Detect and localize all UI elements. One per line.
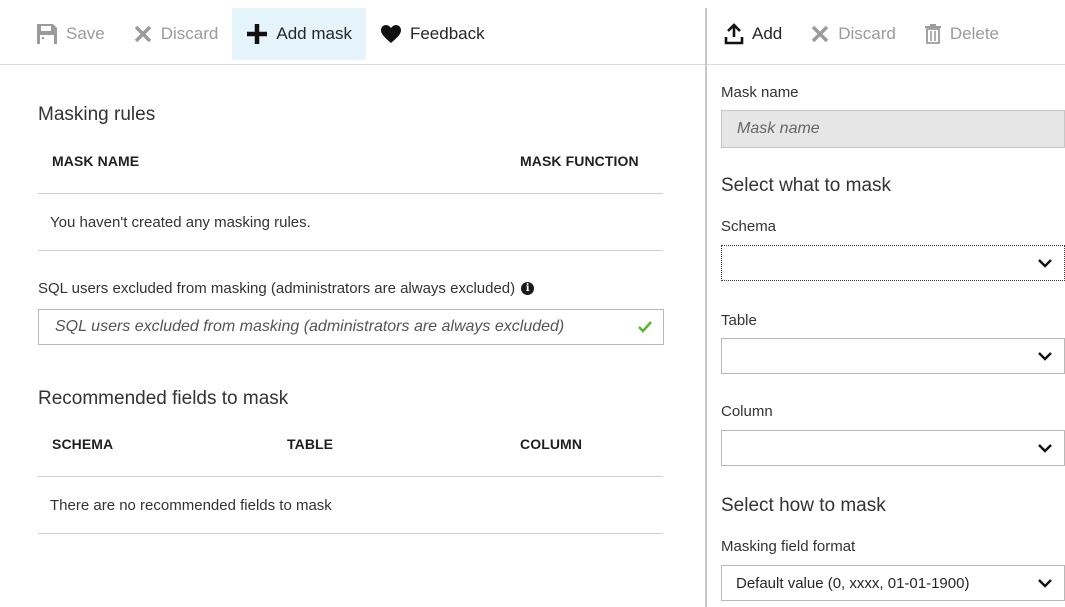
masking-rules-empty-message: You haven't created any masking rules. — [50, 214, 311, 231]
discard-button[interactable]: Discard — [796, 24, 910, 44]
feedback-button[interactable]: Feedback — [366, 8, 499, 60]
upload-icon — [724, 23, 744, 45]
chevron-down-icon — [1038, 579, 1052, 588]
plus-icon — [247, 24, 268, 44]
table-column-header[interactable]: TABLE — [287, 436, 333, 452]
recommended-fields-title: Recommended fields to mask — [38, 388, 289, 409]
select-how-to-mask-title: Select how to mask — [721, 495, 886, 516]
schema-dropdown[interactable] — [721, 245, 1065, 281]
heart-icon — [380, 25, 401, 43]
table-divider — [38, 250, 663, 251]
masking-field-format-dropdown[interactable]: Default value (0, xxxx, 01-01-1900) — [721, 565, 1065, 601]
trash-icon — [924, 24, 941, 44]
close-icon — [134, 25, 151, 43]
masking-field-format-label: Masking field format — [721, 538, 856, 555]
add-label: Add — [752, 24, 783, 43]
chevron-down-icon — [1038, 352, 1052, 361]
add-mask-toolbar: Add Discard Delete — [707, 8, 1013, 60]
save-label: Save — [66, 24, 105, 43]
feedback-label: Feedback — [409, 24, 485, 43]
add-button[interactable]: Add — [707, 23, 796, 45]
excluded-users-input[interactable]: SQL users excluded from masking (adminis… — [38, 309, 664, 345]
checkmark-icon — [638, 321, 652, 333]
mask-name-column-header[interactable]: MASK NAME — [52, 153, 139, 169]
delete-label: Delete — [949, 24, 1000, 43]
add-mask-label: Add mask — [276, 24, 352, 43]
schema-column-header[interactable]: SCHEMA — [52, 436, 113, 452]
chevron-down-icon — [1038, 259, 1052, 268]
mask-function-column-header[interactable]: MASK FUNCTION — [520, 153, 639, 169]
delete-button[interactable]: Delete — [910, 24, 1013, 44]
schema-label: Schema — [721, 218, 777, 235]
save-button[interactable]: Save — [0, 8, 119, 60]
toolbar-divider — [0, 64, 705, 65]
save-icon — [37, 24, 57, 44]
add-mask-button[interactable]: Add mask — [232, 8, 366, 60]
excluded-users-label-text: SQL users excluded from masking (adminis… — [38, 280, 516, 297]
column-column-header[interactable]: COLUMN — [520, 436, 582, 452]
chevron-down-icon — [1038, 444, 1052, 453]
mask-name-label: Mask name — [721, 84, 799, 101]
table-divider — [38, 476, 663, 477]
table-label: Table — [721, 312, 757, 329]
excluded-users-label: SQL users excluded from masking (adminis… — [38, 280, 535, 297]
masking-field-format-value: Default value (0, xxxx, 01-01-1900) — [736, 574, 970, 592]
table-divider — [38, 193, 663, 194]
mask-name-placeholder: Mask name — [737, 120, 820, 137]
recommended-fields-empty-message: There are no recommended fields to mask — [50, 497, 332, 514]
masking-blade: Save Discard Add mask Feedback Masking r… — [0, 0, 705, 607]
select-what-to-mask-title: Select what to mask — [721, 175, 892, 196]
toolbar-divider — [707, 64, 1065, 65]
discard-label: Discard — [838, 24, 896, 43]
discard-label: Discard — [160, 24, 219, 43]
info-icon[interactable]: i — [521, 282, 535, 295]
add-mask-blade: Add Discard Delete Mask name Mask name S… — [707, 0, 1065, 607]
close-icon — [812, 25, 829, 43]
mask-name-input[interactable]: Mask name — [721, 110, 1065, 148]
table-dropdown[interactable] — [721, 338, 1065, 374]
column-dropdown[interactable] — [721, 430, 1065, 466]
excluded-users-placeholder: SQL users excluded from masking (adminis… — [55, 318, 565, 335]
discard-button[interactable]: Discard — [119, 8, 233, 60]
column-label: Column — [721, 403, 773, 420]
main-toolbar: Save Discard Add mask Feedback — [0, 8, 499, 60]
table-divider — [38, 533, 663, 534]
masking-rules-title: Masking rules — [38, 104, 156, 125]
